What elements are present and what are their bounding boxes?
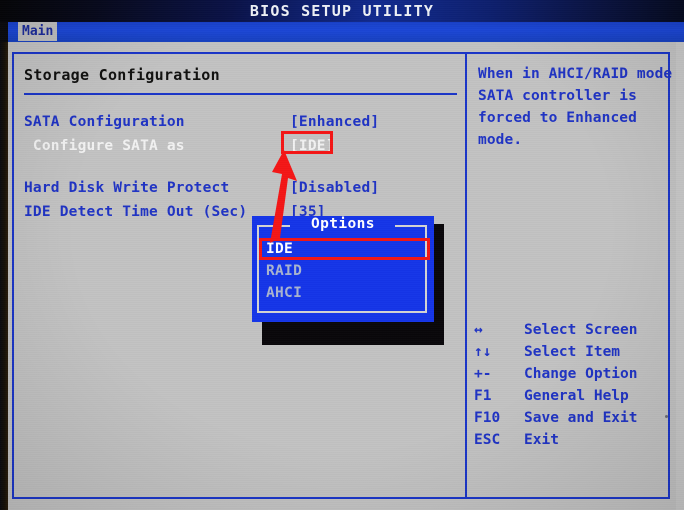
key-legend-change-option: +- Change Option bbox=[474, 366, 666, 387]
setting-row-sata-configuration[interactable]: SATA Configuration [Enhanced] bbox=[24, 114, 465, 136]
right-panel: When in AHCI/RAID mode SATA controller i… bbox=[470, 54, 672, 497]
help-text-line: forced to Enhanced bbox=[478, 110, 637, 126]
key-legend-general-help: F1 General Help bbox=[474, 388, 666, 409]
menu-bar: Main bbox=[0, 22, 684, 42]
right-bezel bbox=[676, 42, 684, 510]
key-glyph: F1 bbox=[474, 388, 492, 404]
key-glyph: ESC bbox=[474, 432, 501, 448]
setting-value[interactable]: [Disabled] bbox=[290, 180, 379, 196]
panel-divider bbox=[465, 52, 467, 499]
section-divider bbox=[24, 93, 457, 95]
page-title: BIOS SETUP UTILITY bbox=[249, 2, 435, 20]
key-glyph: ↔ bbox=[474, 322, 483, 338]
tab-main[interactable]: Main bbox=[18, 22, 58, 41]
key-glyph: +- bbox=[474, 366, 492, 382]
setting-row-hard-disk-write-protect[interactable]: Hard Disk Write Protect [Disabled] bbox=[24, 180, 465, 202]
key-description: Exit bbox=[524, 432, 559, 448]
setting-label: IDE Detect Time Out (Sec) bbox=[24, 204, 248, 220]
left-bezel bbox=[0, 42, 8, 510]
help-text-line: When in AHCI/RAID mode bbox=[478, 66, 673, 82]
annotation-rect-configure-sata-value bbox=[281, 131, 333, 154]
help-text-line: mode. bbox=[478, 132, 523, 148]
key-legend-select-item: ↑↓ Select Item bbox=[474, 344, 666, 365]
setting-value[interactable]: [Enhanced] bbox=[290, 114, 379, 130]
annotation-rect-options-ide bbox=[259, 238, 430, 260]
key-legend-save-and-exit: F10 Save and Exit bbox=[474, 410, 666, 431]
key-description: Select Item bbox=[524, 344, 621, 360]
options-popup-ahci-item[interactable]: AHCI bbox=[266, 285, 302, 301]
section-title: Storage Configuration bbox=[24, 66, 220, 84]
key-glyph: ↑↓ bbox=[474, 344, 492, 360]
setting-row-configure-sata-as[interactable]: Configure SATA as [IDE] bbox=[24, 138, 465, 160]
options-popup-raid-item[interactable]: RAID bbox=[266, 263, 302, 279]
setting-label: SATA Configuration bbox=[24, 114, 185, 130]
title-bar: BIOS SETUP UTILITY bbox=[0, 0, 684, 22]
help-text-line: SATA controller is bbox=[478, 88, 637, 104]
setting-label: Configure SATA as bbox=[24, 138, 185, 154]
key-legend-select-screen: ↔ Select Screen bbox=[474, 322, 666, 343]
screen-artifact-dot bbox=[665, 415, 668, 418]
options-popup-title: Options bbox=[311, 216, 375, 232]
key-description: Select Screen bbox=[524, 322, 638, 338]
key-description: Change Option bbox=[524, 366, 638, 382]
key-description: General Help bbox=[524, 388, 629, 404]
bios-setup-screen: BIOS SETUP UTILITY Main Storage Configur… bbox=[0, 0, 684, 510]
setting-label: Hard Disk Write Protect bbox=[24, 180, 230, 196]
key-description: Save and Exit bbox=[524, 410, 638, 426]
key-legend-exit: ESC Exit bbox=[474, 432, 666, 453]
options-popup[interactable]: Options IDE RAID AHCI bbox=[252, 216, 434, 322]
key-glyph: F10 bbox=[474, 410, 501, 426]
